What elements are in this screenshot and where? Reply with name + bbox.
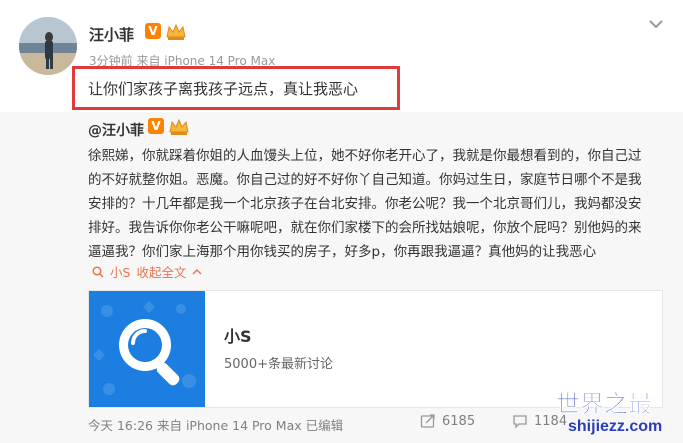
avatar[interactable] — [19, 17, 77, 75]
post-header: 汪小菲 V 3分钟前 来自 iPhone 14 Pro Max 让你们家孩子离我… — [0, 0, 683, 112]
repost-line: 安排的？十几年都是我一个北京孩子在台北安排。你老公呢？我一个北京哥们儿，我妈都没… — [88, 196, 642, 212]
share-button[interactable]: 6185 — [420, 413, 475, 429]
share-count: 6185 — [442, 413, 476, 429]
chevron-up-icon[interactable] — [192, 268, 202, 276]
collapse-link[interactable]: 收起全文 — [136, 262, 186, 281]
crown-icon — [166, 23, 186, 40]
expand-links: 小S 收起全文 — [92, 262, 202, 281]
repost-username[interactable]: @汪小菲 — [88, 120, 144, 140]
repost-badges: V — [148, 118, 190, 136]
verified-v-icon: V — [148, 118, 164, 134]
repost-line: 的不好就整你姐。恶魔。你自己过的好不好你丫自己知道。你妈过生日，家庭节日哪个不是… — [88, 172, 642, 188]
topic-subtitle: 5000+条最新讨论 — [224, 357, 333, 372]
watermark: 世界之最 shijiezz.com — [552, 384, 680, 440]
topic-thumbnail — [89, 291, 205, 407]
username[interactable]: 汪小菲 — [89, 24, 134, 45]
vip-badges: V — [145, 23, 187, 41]
comment-icon — [513, 415, 527, 429]
share-icon — [420, 414, 435, 428]
repost-meta: 今天 16:26 来自 iPhone 14 Pro Max 已编辑 — [88, 418, 344, 433]
repost-body: 徐熙娣，你就踩着你姐的人血馒头上位，她不好你老开心了，我就是你最想看到的，你自己… — [88, 144, 668, 264]
highlight-box — [72, 66, 400, 110]
repost-line: 排好。我告诉你你老公干嘛呢吧，就在你们家楼下的会所找姑娘呢，你放个屁吗？别他妈的… — [88, 220, 642, 236]
watermark-title: 世界之最 — [556, 390, 653, 419]
repost-line: 徐熙娣，你就踩着你姐的人血馒头上位，她不好你老开心了，我就是你最想看到的，你自己… — [88, 148, 642, 164]
topic-title: 小S — [224, 327, 252, 346]
crown-icon — [169, 118, 189, 135]
verified-v-icon: V — [145, 23, 161, 39]
watermark-url: shijiezz.com — [568, 418, 663, 435]
topic-link[interactable]: 小S — [110, 262, 130, 281]
search-icon — [92, 265, 104, 278]
repost-line: 逼逼我？你们家上海那个用你钱买的房子，好多p，你再跟我逼逼？真他妈的让我恶心 — [88, 244, 597, 260]
chevron-down-icon[interactable] — [646, 16, 666, 32]
